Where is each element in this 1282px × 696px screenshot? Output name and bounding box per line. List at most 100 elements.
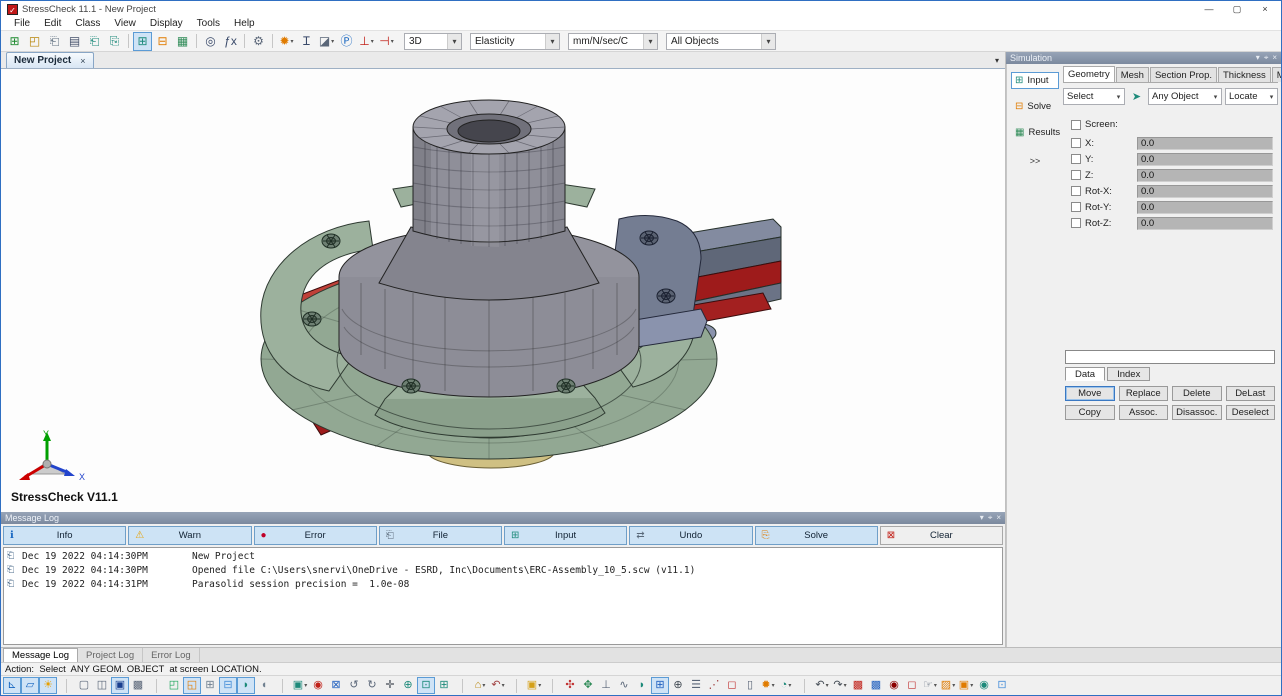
pan-icon[interactable]: ✛ [381, 677, 399, 694]
menu-file[interactable]: File [7, 18, 37, 29]
view-lock-icon[interactable]: ◔ [777, 677, 795, 694]
pick-tool-icon[interactable]: ☞ [921, 677, 939, 694]
crop-region-icon[interactable]: ◻ [903, 677, 921, 694]
tab-index[interactable]: Index [1107, 367, 1150, 381]
undo-button[interactable]: ⇄ Undo [629, 526, 752, 545]
input-filter-button[interactable]: ⊞ Input [504, 526, 627, 545]
formula-icon[interactable]: ƒx [221, 32, 240, 51]
units-select[interactable]: mm/N/sec/C [568, 33, 658, 50]
layers-icon[interactable]: ▣ [525, 677, 543, 694]
datum-axis-icon[interactable]: ⊥ [597, 677, 615, 694]
preview-icon[interactable]: ◎ [201, 32, 220, 51]
perspective-toggle-icon[interactable]: ▱ [21, 677, 39, 694]
bottom-toolbar-item[interactable] [543, 677, 561, 694]
menu-help[interactable]: Help [227, 18, 262, 29]
results-panel-icon[interactable]: ▦ [173, 32, 192, 51]
warn-filter-button[interactable]: ⚠ Warn [128, 526, 251, 545]
mesh-red-icon[interactable]: ▩ [849, 677, 867, 694]
solve-button[interactable]: ⎘ Solve [755, 526, 878, 545]
menu-view[interactable]: View [107, 18, 143, 29]
undo-icon[interactable]: ↶ [813, 677, 831, 694]
tab-close-icon[interactable]: × [80, 56, 85, 66]
frame-view-icon[interactable]: ⊡ [993, 677, 1011, 694]
select-mode-dropdown[interactable]: Select [1063, 88, 1125, 105]
field-value[interactable]: 0.0 [1137, 169, 1273, 182]
pick-object-icon[interactable]: ➤ [1128, 88, 1145, 105]
tab-error-log[interactable]: Error Log [143, 648, 200, 662]
close-icon[interactable]: × [1272, 53, 1277, 63]
surface-tool-icon[interactable]: ◗ [633, 677, 651, 694]
zoom-in-icon[interactable]: ⊕ [399, 677, 417, 694]
discipline-select[interactable]: Elasticity [470, 33, 560, 50]
viewport-canvas[interactable]: Y X StressCheck V11.1 [1, 69, 1005, 512]
save-project-icon[interactable]: ▤ [65, 32, 84, 51]
shaded-edges-view-icon[interactable]: ▩ [129, 677, 147, 694]
tab-thickness[interactable]: Thickness [1218, 67, 1271, 82]
assoc-button[interactable]: Assoc. [1119, 405, 1169, 420]
field-value[interactable]: 0.0 [1137, 201, 1273, 214]
curve-tool-icon[interactable]: ∿ [615, 677, 633, 694]
object-input-field[interactable] [1065, 350, 1275, 364]
box-select-icon[interactable]: ⊠ [327, 677, 345, 694]
viewport-tab-dropdown[interactable]: ▾ [989, 53, 1005, 68]
object-display-icon[interactable]: ▣ [291, 677, 309, 694]
column-icon[interactable]: ▯ [741, 677, 759, 694]
hidden-line-view-icon[interactable]: ◫ [93, 677, 111, 694]
field-checkbox[interactable] [1071, 154, 1081, 164]
menu-edit[interactable]: Edit [37, 18, 68, 29]
field-value[interactable]: 0.0 [1137, 217, 1273, 230]
mesh-select-icon[interactable]: ▩ [867, 677, 885, 694]
field-value[interactable]: 0.0 [1137, 137, 1273, 150]
tab-geometry[interactable]: Geometry [1063, 66, 1115, 82]
fill-color-icon[interactable]: ▣ [957, 677, 975, 694]
menu-display[interactable]: Display [143, 18, 190, 29]
settings-icon[interactable]: ⚙ [249, 32, 268, 51]
points-icon[interactable]: Ⓟ [337, 32, 356, 51]
pin-icon[interactable]: ⌖ [1264, 53, 1269, 63]
minimize-button[interactable]: — [1195, 2, 1223, 16]
delast-button[interactable]: DeLast [1226, 386, 1276, 401]
replace-button[interactable]: Replace [1119, 386, 1169, 401]
field-value[interactable]: 0.0 [1137, 185, 1273, 198]
move-button[interactable]: Move [1065, 386, 1115, 401]
edit-attributes-icon[interactable]: ⊟ [153, 32, 172, 51]
snap-grid-icon[interactable]: ✥ [579, 677, 597, 694]
results-nav-button[interactable]: ▦ Results [1011, 124, 1059, 141]
record-icon[interactable]: ◉ [885, 677, 903, 694]
tab-material[interactable]: Material [1272, 67, 1282, 82]
bottom-toolbar-item[interactable] [57, 677, 75, 694]
objects-select[interactable]: All Objects [666, 33, 776, 50]
field-checkbox[interactable] [1071, 202, 1081, 212]
nav-expand-button[interactable]: >> [1030, 156, 1041, 166]
menu-class[interactable]: Class [68, 18, 107, 29]
tab-data[interactable]: Data [1065, 367, 1105, 381]
bottom-toolbar-item[interactable] [273, 677, 291, 694]
circle-tool-icon[interactable]: ⊕ [669, 677, 687, 694]
assembly-model[interactable] [1, 69, 1004, 512]
error-filter-button[interactable]: ● Error [254, 526, 377, 545]
triad-toggle-icon[interactable]: ⊾ [3, 677, 21, 694]
toolbar-item[interactable] [269, 32, 276, 51]
loads-icon[interactable]: ⊣ [377, 32, 396, 51]
fit-view-icon[interactable]: ⊞ [435, 677, 453, 694]
region-select-icon[interactable]: ◻ [723, 677, 741, 694]
deselect-button[interactable]: Deselect [1226, 405, 1276, 420]
new-project-icon[interactable]: ⊞ [5, 32, 24, 51]
polyline-icon[interactable]: ⋰ [705, 677, 723, 694]
dimension-select[interactable]: 3D [404, 33, 462, 50]
menu-tools[interactable]: Tools [190, 18, 227, 29]
hatch-pattern-icon[interactable]: ▨ [939, 677, 957, 694]
rotate-cw-icon[interactable]: ↻ [363, 677, 381, 694]
screen-checkbox[interactable] [1071, 120, 1081, 130]
copy-button[interactable]: Copy [1065, 405, 1115, 420]
pin-icon[interactable]: ⌖ [988, 513, 993, 523]
spin-view-icon[interactable]: ◉ [975, 677, 993, 694]
file-filter-button[interactable]: ⎗ File [379, 526, 502, 545]
toolbar-item[interactable] [125, 32, 132, 51]
toolbar-item[interactable] [193, 32, 200, 51]
solve-nav-button[interactable]: ⊟ Solve [1011, 98, 1059, 115]
tab-section-prop[interactable]: Section Prop. [1150, 67, 1217, 82]
highlight-face-icon[interactable]: ◱ [183, 677, 201, 694]
mark-point-icon[interactable]: ◉ [309, 677, 327, 694]
object-type-dropdown[interactable]: Any Object [1148, 88, 1222, 105]
